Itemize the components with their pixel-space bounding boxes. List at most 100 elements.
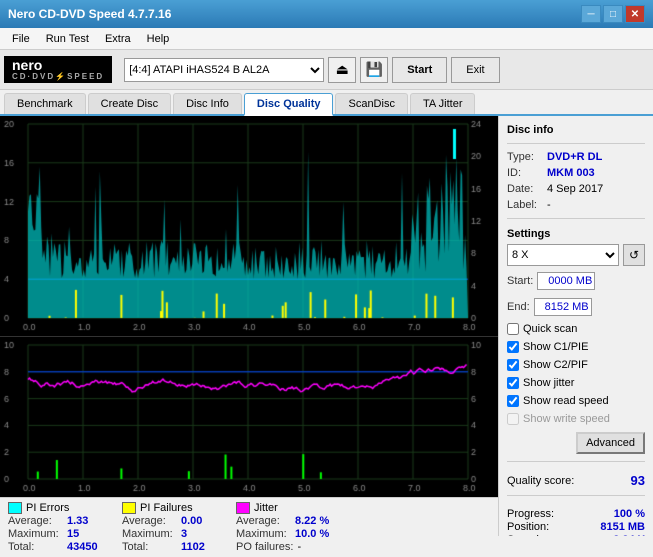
tab-createdisc[interactable]: Create Disc	[88, 93, 171, 114]
read-speed-label: Show read speed	[523, 395, 609, 407]
app-logo: nero CD·DVD⚡SPEED	[4, 56, 112, 83]
pi-failures-total-value: 1102	[181, 541, 216, 553]
jitter-checkbox-label: Show jitter	[523, 377, 574, 389]
end-mb-input[interactable]	[534, 298, 592, 316]
pi-errors-total-label: Total:	[8, 541, 63, 553]
advanced-button[interactable]: Advanced	[576, 432, 645, 454]
jitter-max-value: 10.0 %	[295, 528, 330, 540]
window-controls: ─ □ ✕	[581, 5, 645, 23]
disc-date-label: Date:	[507, 183, 543, 195]
progress-value: 100 %	[614, 508, 645, 520]
tab-discquality[interactable]: Disc Quality	[244, 93, 334, 116]
jitter-label: Jitter	[254, 502, 278, 514]
c2pif-checkbox[interactable]	[507, 359, 519, 371]
progress-section: Progress: 100 % Position: 8151 MB Speed:…	[507, 507, 645, 536]
quick-scan-checkbox[interactable]	[507, 323, 519, 335]
quality-row: Quality score: 93	[507, 473, 645, 488]
write-speed-checkbox[interactable]	[507, 413, 519, 425]
jitter-checkbox[interactable]	[507, 377, 519, 389]
jitter-avg-value: 8.22 %	[295, 515, 330, 527]
pi-failures-total-row: Total: 1102	[122, 541, 216, 553]
jitter-group: Jitter Average: 8.22 % Maximum: 10.0 % P…	[236, 502, 332, 553]
exit-button[interactable]: Exit	[451, 57, 499, 83]
progress-item: Progress: 100 %	[507, 508, 645, 520]
pi-failures-label: PI Failures	[140, 502, 193, 514]
quality-score-value: 93	[631, 473, 645, 488]
tab-discinfo[interactable]: Disc Info	[173, 93, 242, 114]
start-mb-input[interactable]	[537, 272, 595, 290]
progress-label: Progress:	[507, 508, 554, 520]
divider-1	[507, 143, 645, 144]
write-speed-label: Show write speed	[523, 413, 610, 425]
pi-errors-avg-row: Average: 1.33	[8, 515, 102, 527]
main-content: PI Errors Average: 1.33 Maximum: 15 Tota…	[0, 116, 653, 536]
right-panel: Disc info Type: DVD+R DL ID: MKM 003 Dat…	[498, 116, 653, 536]
stats-bar: PI Errors Average: 1.33 Maximum: 15 Tota…	[0, 497, 498, 557]
jitter-color-box	[236, 502, 250, 514]
position-value: 8151 MB	[600, 521, 645, 533]
c1pie-row: Show C1/PIE	[507, 341, 645, 353]
menu-file[interactable]: File	[4, 31, 38, 47]
close-button[interactable]: ✕	[625, 5, 645, 23]
read-speed-checkbox[interactable]	[507, 395, 519, 407]
disc-date-value: 4 Sep 2017	[547, 183, 603, 195]
divider-2	[507, 218, 645, 219]
pi-failures-group: PI Failures Average: 0.00 Maximum: 3 Tot…	[122, 502, 216, 553]
settings-title: Settings	[507, 228, 645, 240]
tab-tajitter[interactable]: TA Jitter	[410, 93, 476, 114]
chart-area: PI Errors Average: 1.33 Maximum: 15 Tota…	[0, 116, 498, 536]
pi-failures-color-box	[122, 502, 136, 514]
eject-button[interactable]: ⏏	[328, 57, 356, 83]
disc-label-label: Label:	[507, 199, 543, 211]
jitter-po-label: PO failures:	[236, 541, 293, 553]
drive-dropdown[interactable]: [4:4] ATAPI iHAS524 B AL2A	[124, 58, 324, 82]
quick-scan-row: Quick scan	[507, 323, 645, 335]
jitter-avg-row: Average: 8.22 %	[236, 515, 332, 527]
start-button[interactable]: Start	[392, 57, 447, 83]
c2pif-row: Show C2/PIF	[507, 359, 645, 371]
quick-scan-label: Quick scan	[523, 323, 577, 335]
pi-errors-max-row: Maximum: 15	[8, 528, 102, 540]
menu-help[interactable]: Help	[139, 31, 178, 47]
disc-label-row: Label: -	[507, 199, 645, 211]
pi-errors-legend: PI Errors	[8, 502, 102, 514]
disc-date-row: Date: 4 Sep 2017	[507, 183, 645, 195]
position-item: Position: 8151 MB	[507, 521, 645, 533]
minimize-button[interactable]: ─	[581, 5, 601, 23]
c1pie-checkbox[interactable]	[507, 341, 519, 353]
toolbar: nero CD·DVD⚡SPEED [4:4] ATAPI iHAS524 B …	[0, 50, 653, 90]
pi-errors-avg-label: Average:	[8, 515, 63, 527]
c2pif-label: Show C2/PIF	[523, 359, 588, 371]
pi-failures-avg-value: 0.00	[181, 515, 216, 527]
menu-runtest[interactable]: Run Test	[38, 31, 97, 47]
read-speed-row: Show read speed	[507, 395, 645, 407]
menu-extra[interactable]: Extra	[97, 31, 139, 47]
tab-scandisc[interactable]: ScanDisc	[335, 93, 407, 114]
disc-id-value: MKM 003	[547, 167, 595, 179]
write-speed-row: Show write speed	[507, 413, 645, 425]
divider-3	[507, 461, 645, 462]
chart-top	[0, 116, 498, 337]
disc-type-value: DVD+R DL	[547, 151, 602, 163]
disc-type-row: Type: DVD+R DL	[507, 151, 645, 163]
pi-failures-avg-label: Average:	[122, 515, 177, 527]
pi-errors-color-box	[8, 502, 22, 514]
app-title: Nero CD-DVD Speed 4.7.7.16	[8, 7, 171, 21]
jitter-legend: Jitter	[236, 502, 332, 514]
speed-select[interactable]: 8 X	[507, 244, 619, 266]
pi-failures-max-label: Maximum:	[122, 528, 177, 540]
pi-errors-total-value: 43450	[67, 541, 102, 553]
save-button[interactable]: 💾	[360, 57, 388, 83]
pi-errors-label: PI Errors	[26, 502, 69, 514]
refresh-button[interactable]: ↺	[623, 244, 645, 266]
disc-id-row: ID: MKM 003	[507, 167, 645, 179]
pi-errors-max-value: 15	[67, 528, 102, 540]
c1pie-label: Show C1/PIE	[523, 341, 588, 353]
pi-errors-total-row: Total: 43450	[8, 541, 102, 553]
position-label: Position:	[507, 521, 549, 533]
tab-benchmark[interactable]: Benchmark	[4, 93, 86, 114]
speed-row: 8 X ↺	[507, 244, 645, 266]
maximize-button[interactable]: □	[603, 5, 623, 23]
pi-failures-total-label: Total:	[122, 541, 177, 553]
jitter-po-row: PO failures: -	[236, 541, 332, 553]
